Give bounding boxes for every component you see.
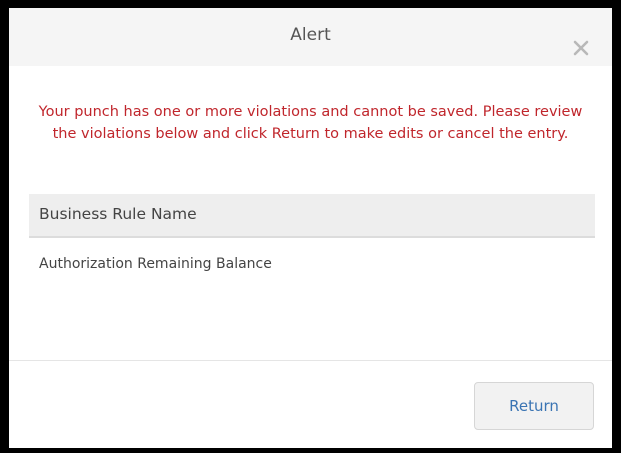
return-button[interactable]: Return	[474, 382, 594, 430]
dialog-header: Alert	[9, 8, 612, 66]
footer-divider	[9, 360, 612, 361]
column-header-business-rule-name: Business Rule Name	[39, 205, 197, 223]
dialog-title: Alert	[290, 25, 331, 45]
table-row: Authorization Remaining Balance	[39, 256, 272, 272]
alert-dialog: Alert Your punch has one or more violati…	[9, 8, 612, 448]
close-button[interactable]	[569, 36, 593, 60]
table-header: Business Rule Name	[29, 194, 595, 238]
violation-message: Your punch has one or more violations an…	[38, 104, 583, 142]
close-icon	[573, 40, 589, 56]
